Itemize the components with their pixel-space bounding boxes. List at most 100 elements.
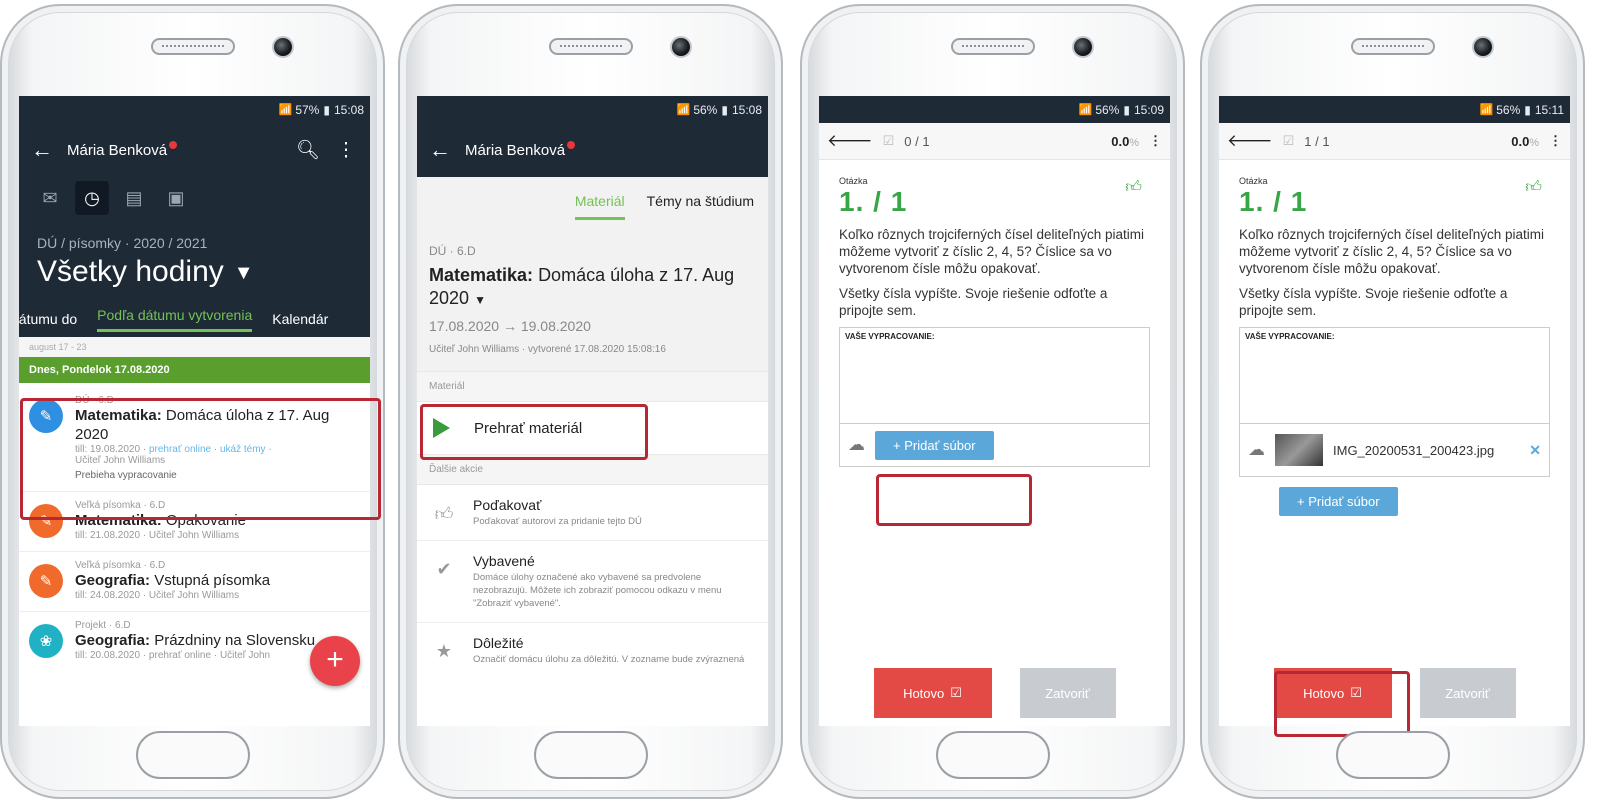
home-button[interactable] (533, 731, 648, 779)
question-label: Otázka (1239, 176, 1268, 186)
chart-icon[interactable]: ▤ (117, 181, 151, 215)
score-percent: 0.0% (1511, 133, 1539, 149)
file-name: IMG_20200531_200423.jpg (1333, 442, 1495, 458)
speaker-grille (548, 38, 633, 55)
item-title: Matematika: Opakovanie (75, 512, 246, 529)
list-item[interactable]: ✎ DÚ · 6.D Matematika: Domáca úloha z 17… (19, 383, 370, 492)
homework-info: DÚ · 6.D Matematika: Domáca úloha z 17. … (417, 230, 768, 371)
clock: 15:08 (731, 102, 762, 117)
screen-question: 📶 56% ▮ 15:09 🡐 ☑ 0 / 1 0.0% ⋮ Otázka 1.… (819, 96, 1170, 726)
status-bar: 📶 57% ▮ 15:08 (19, 96, 370, 123)
user-name: Mária Benková (465, 141, 756, 159)
tab-created-date[interactable]: Podľa dátumu vytvorenia (97, 307, 253, 332)
question-body: Otázka 1. / 1 👍︎ Koľko rôznych trojcifer… (819, 160, 1170, 483)
project-icon: ❀ (29, 624, 63, 658)
list-item[interactable]: ✎ Veľká písomka · 6.D Matematika: Opakov… (19, 492, 370, 552)
tab-study-topics[interactable]: Témy na štúdium (647, 193, 754, 220)
play-material-button[interactable]: Prehrať materiál (417, 402, 768, 454)
item-due: till: 19.08.2020 · prehrať online · ukáž… (75, 444, 272, 455)
search-icon[interactable]: 🔍︎ (296, 138, 320, 162)
item-due: till: 20.08.2020 · prehrať online · Učit… (75, 650, 271, 661)
speaker-grille (950, 38, 1035, 55)
checkbox-icon: ☑ (950, 685, 962, 700)
back-arrow-icon[interactable]: ← (31, 137, 53, 163)
home-button[interactable] (935, 731, 1050, 779)
clock-icon[interactable]: ◷ (75, 181, 109, 215)
mail-icon[interactable]: ✉ (33, 181, 67, 215)
camera-icon (1072, 36, 1094, 58)
tab-due-date[interactable]: dátumu do (19, 311, 77, 327)
remove-file-icon[interactable]: ✕ (1529, 442, 1541, 459)
caret-down-icon[interactable]: ▼ (474, 293, 486, 307)
item-meta: Veľká písomka · 6.D (75, 500, 166, 511)
add-fab-button[interactable]: + (310, 636, 360, 686)
day-header: Dnes, Pondelok 17.08.2020 (19, 357, 370, 383)
add-file-button[interactable]: + Pridať súbor (1279, 487, 1398, 516)
thumbs-up-icon[interactable]: 👍︎ (1125, 178, 1142, 197)
action-title: Vybavené (473, 553, 535, 569)
answer-header: VAŠE VYPRACOVANIE: (1240, 328, 1549, 424)
filter-subtitle: DÚ / písomky · 2020 / 2021 (37, 235, 208, 251)
app-header: ← Mária Benková (417, 123, 768, 177)
camera-icon (670, 36, 692, 58)
thank-action[interactable]: 👍︎ Poďakovať Poďakovať autorovi za prida… (417, 485, 768, 541)
tutorial-composite: 📶 57% ▮ 15:08 ← Mária Benková 🔍︎ ⋮ ✉ ◷ ▤… (0, 0, 1607, 803)
battery-level: 56% (1496, 102, 1521, 117)
tab-material[interactable]: Materiál (574, 193, 625, 220)
detail-tabs: Materiál Témy na štúdium (417, 177, 768, 230)
signal-icon: 📶 (278, 104, 293, 116)
back-arrow-icon[interactable]: 🡐 (827, 131, 873, 151)
item-due: till: 24.08.2020 · Učiteľ John Williams (75, 590, 240, 601)
clock: 15:11 (1534, 102, 1564, 117)
question-number: 1. / 1 (1239, 186, 1308, 217)
thumbs-up-icon: 👍︎ (434, 504, 454, 524)
more-vert-icon[interactable]: ⋮ (1549, 133, 1562, 149)
user-name: Mária Benková (67, 141, 282, 159)
status-bar: 📶 56% ▮ 15:08 (417, 96, 768, 123)
add-file-button[interactable]: + Pridať súbor (875, 430, 994, 460)
show-topics-link[interactable]: ukáž témy (220, 444, 266, 455)
briefcase-icon[interactable]: ▣ (159, 181, 193, 215)
list-item[interactable]: ✎ Veľká písomka · 6.D Geografia: Vstupná… (19, 552, 370, 612)
home-button[interactable] (1335, 731, 1450, 779)
sort-tabs: dátumu do Podľa dátumu vytvorenia Kalend… (19, 301, 370, 337)
action-title: Poďakovať (473, 497, 542, 513)
signal-icon: 📶 (1078, 104, 1093, 116)
important-action[interactable]: ★ Dôležité Označiť domácu úlohu za dôlež… (417, 623, 768, 678)
tab-calendar[interactable]: Kalendár (272, 311, 328, 327)
home-button[interactable] (135, 731, 250, 779)
back-arrow-icon[interactable]: 🡐 (1227, 131, 1273, 151)
filter-dropdown[interactable]: Všetky hodiny ▼ (19, 251, 370, 301)
checkbox-icon: ☑ (1282, 133, 1295, 148)
more-vert-icon[interactable]: ⋮ (334, 139, 358, 162)
thumbs-up-icon[interactable]: 👍︎ (1525, 178, 1542, 197)
done-button[interactable]: Hotovo ☑ (873, 668, 992, 718)
action-desc: Domáce úlohy označené ako vybavené sa pr… (473, 572, 722, 609)
action-title: Dôležité (473, 635, 524, 651)
done-button[interactable]: Hotovo ☑ (1273, 668, 1392, 718)
item-title: Matematika: Domáca úloha z 17. Aug 2020 (75, 407, 330, 443)
close-button[interactable]: Zatvoriť (1019, 668, 1116, 718)
action-desc: Poďakovať autorovi za pridanie tejto DÚ (473, 516, 642, 527)
camera-icon (272, 36, 294, 58)
battery-icon: ▮ (1123, 102, 1130, 117)
play-online-link[interactable]: prehrať online (149, 444, 211, 455)
more-vert-icon[interactable]: ⋮ (1149, 133, 1162, 149)
done-action[interactable]: ✔ Vybavené Domáce úlohy označené ako vyb… (417, 541, 768, 623)
question-counter: 0 / 1 (904, 133, 930, 149)
close-button[interactable]: Zatvoriť (1419, 668, 1516, 718)
status-bar: 📶 56% ▮ 15:09 (819, 96, 1170, 123)
item-meta: Projekt · 6.D (75, 620, 131, 631)
question-toolbar: 🡐 ☑ 1 / 1 0.0% ⋮ (1219, 123, 1570, 160)
clock: 15:09 (1133, 102, 1164, 117)
question-toolbar: 🡐 ☑ 0 / 1 0.0% ⋮ (819, 123, 1170, 160)
battery-icon: ▮ (1524, 102, 1531, 117)
battery-level: 57% (295, 102, 320, 117)
back-arrow-icon[interactable]: ← (429, 137, 451, 163)
item-title: Geografia: Prázdniny na Slovensku (75, 632, 316, 649)
question-counter: 1 / 1 (1304, 133, 1330, 149)
phone-3: 📶 56% ▮ 15:09 🡐 ☑ 0 / 1 0.0% ⋮ Otázka 1.… (800, 4, 1185, 799)
question-label: Otázka (839, 176, 868, 186)
exam-icon: ✎ (29, 564, 63, 598)
status-bar: 📶 56% ▮ 15:11 (1219, 96, 1570, 123)
